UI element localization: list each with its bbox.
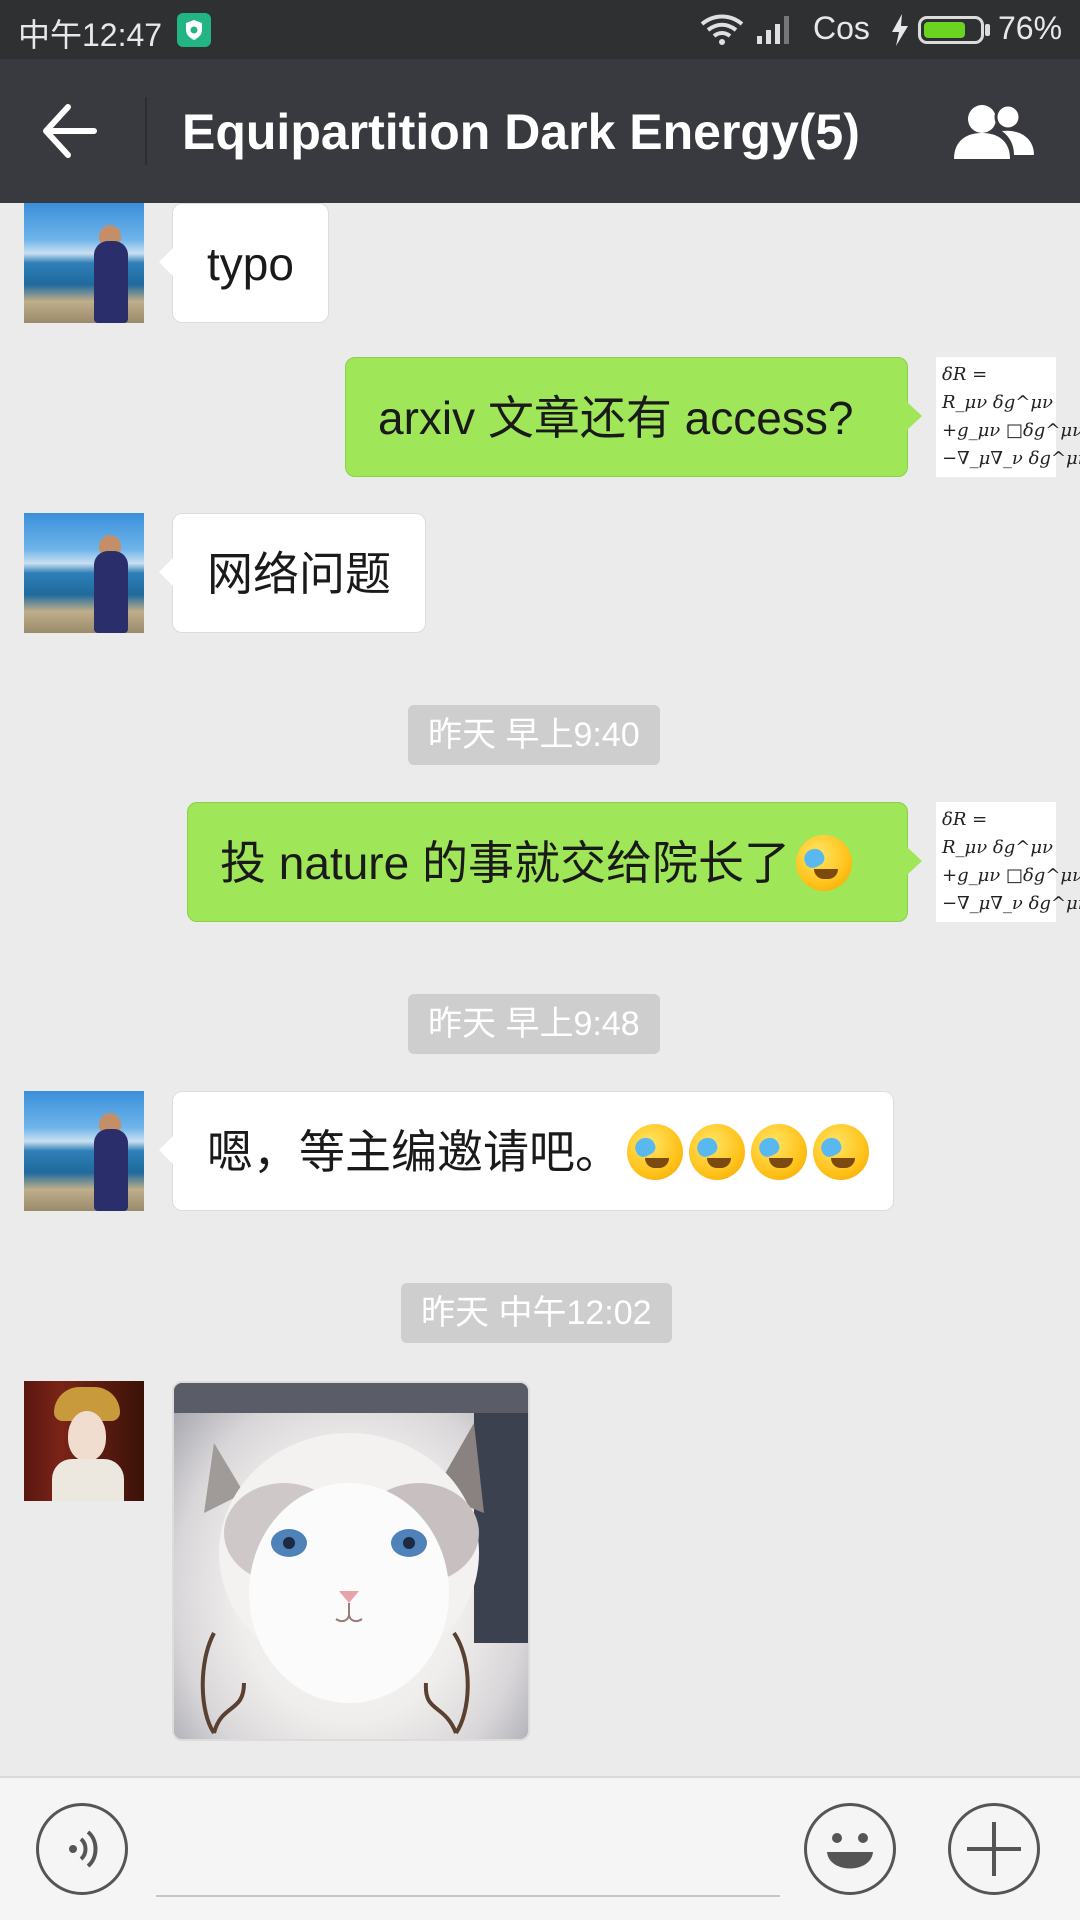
battery-percent: 76%: [998, 10, 1063, 46]
facepalm-laugh-emoji: [796, 834, 852, 891]
input-bar: [0, 1776, 1080, 1920]
facepalm-laugh-emoji: [751, 1123, 807, 1180]
avatar[interactable]: [24, 513, 144, 633]
avatar[interactable]: [24, 1381, 144, 1501]
message-text: arxiv 文章还有 access?: [378, 392, 854, 444]
facepalm-laugh-emoji: [813, 1123, 869, 1180]
shield-icon: [177, 13, 211, 47]
battery-fill: [924, 22, 965, 38]
message-text: typo: [207, 238, 294, 290]
time-divider: 昨天 中午12:02: [401, 1283, 672, 1343]
voice-icon[interactable]: [36, 1803, 128, 1895]
people-icon[interactable]: [952, 101, 1036, 163]
signal-icon: [757, 16, 789, 44]
status-time: 中午12:47: [18, 17, 163, 53]
time-divider: 昨天 早上9:40: [408, 705, 660, 765]
message-text: 投 nature 的事就交给院长了: [220, 837, 790, 889]
smiley-icon[interactable]: [804, 1803, 896, 1895]
self-avatar[interactable]: δR = R_μν δg^μν +g_μν □δg^μν −∇_μ∇_ν δg^…: [936, 802, 1080, 922]
facepalm-laugh-emoji: [689, 1123, 745, 1180]
chat-title: Equipartition Dark Energy(5): [182, 104, 860, 160]
chat-header: Equipartition Dark Energy(5): [0, 59, 1080, 203]
message-bubble-sent[interactable]: arxiv 文章还有 access?: [345, 357, 922, 477]
status-bar: 中午12:47 Cos 76%: [0, 0, 1080, 59]
avatar[interactable]: [24, 203, 144, 323]
time-divider: 昨天 早上9:48: [408, 994, 660, 1054]
charging-icon: [892, 14, 908, 46]
cat-illustration: [174, 1383, 528, 1735]
message-bubble-received[interactable]: 嗯，等主编邀请吧。: [159, 1091, 894, 1211]
message-text: 网络问题: [207, 548, 391, 600]
message-bubble-received[interactable]: 网络问题: [159, 513, 426, 633]
message-input[interactable]: [156, 1895, 780, 1897]
message-text: 嗯，等主编邀请吧。: [207, 1126, 621, 1178]
arrow-left-icon[interactable]: [38, 101, 100, 161]
message-list[interactable]: typo arxiv 文章还有 access? δR = R_μν δg^μν …: [0, 203, 1080, 1776]
plus-icon[interactable]: [948, 1803, 1040, 1895]
avatar[interactable]: [24, 1091, 144, 1211]
message-bubble-received[interactable]: typo: [159, 203, 329, 323]
carrier-label: Cos: [813, 10, 870, 46]
facepalm-laugh-emoji: [627, 1123, 683, 1180]
cat-photo[interactable]: [172, 1381, 530, 1741]
header-divider: [145, 97, 147, 165]
message-bubble-sent[interactable]: 投 nature 的事就交给院长了: [187, 802, 922, 922]
battery-icon: [918, 16, 984, 44]
self-avatar[interactable]: δR = R_μν δg^μν +g_μν □δg^μν −∇_μ∇_ν δg^…: [936, 357, 1080, 477]
wifi-icon: [700, 14, 744, 45]
battery-tip: [985, 24, 990, 36]
